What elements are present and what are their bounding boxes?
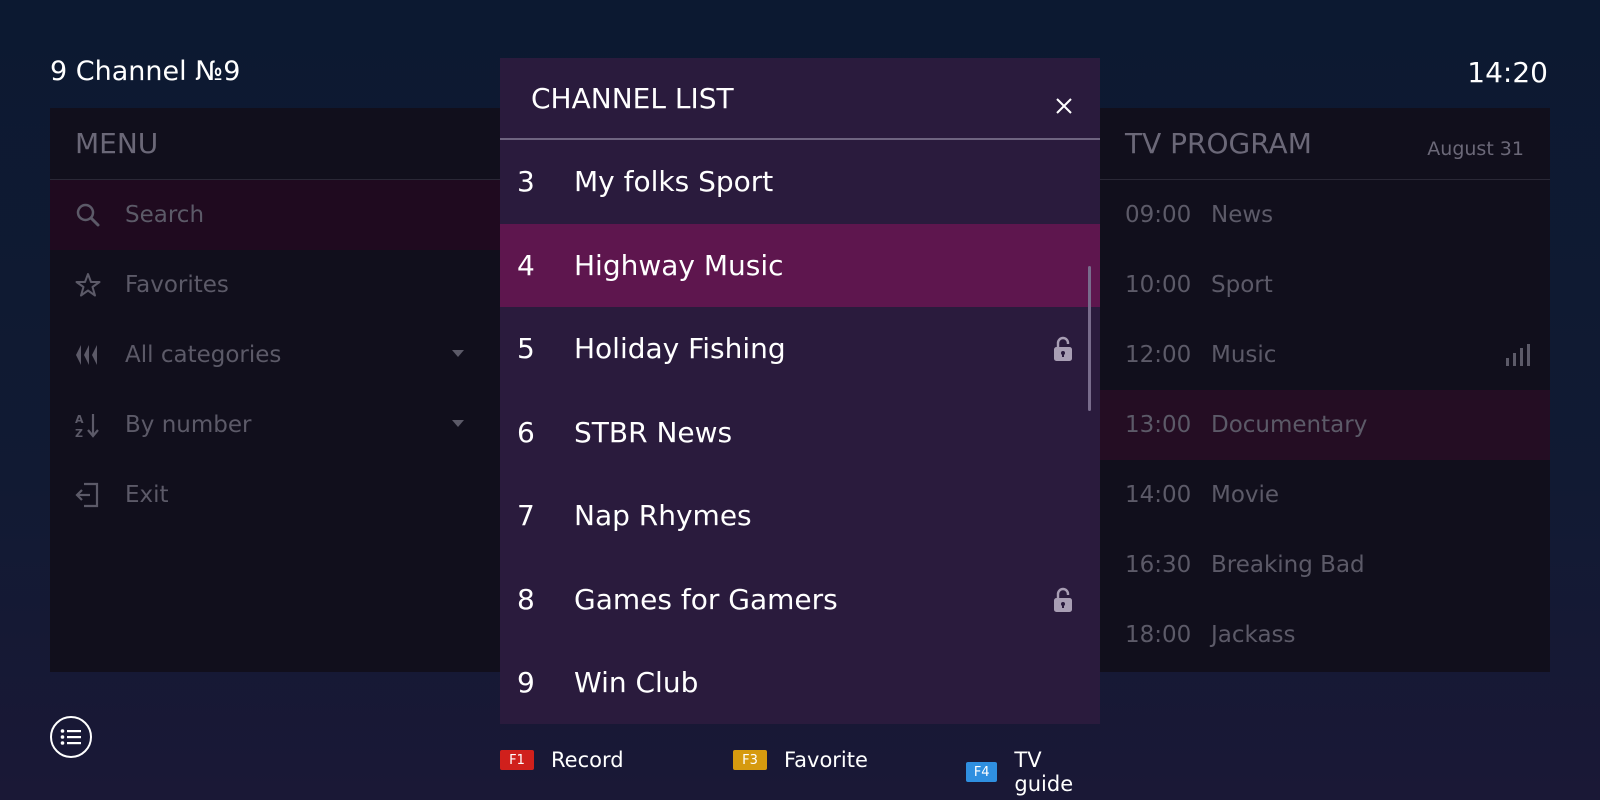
- function-key-bar: F1 Record F3 Favorite F4 TV guide: [500, 748, 1100, 796]
- menu-item-label: All categories: [125, 342, 282, 368]
- channel-name: Win Club: [574, 666, 699, 700]
- tv-program-panel: TV PROGRAM August 31 09:00 News 10:00 Sp…: [1090, 108, 1550, 672]
- record-label: Record: [551, 748, 624, 772]
- menu-item-favorites[interactable]: Favorites: [50, 250, 500, 320]
- exit-icon: [74, 481, 102, 509]
- favorite-button[interactable]: F3 Favorite: [733, 748, 868, 772]
- channel-name: Highway Music: [574, 248, 784, 282]
- favorite-label: Favorite: [784, 748, 868, 772]
- channel-list-header: CHANNEL LIST: [500, 58, 1100, 140]
- signal-bars-icon: [1506, 344, 1530, 366]
- f3-key-badge: F3: [733, 750, 767, 770]
- channel-list-modal: CHANNEL LIST 3 My folks Sport 4 Highway …: [500, 58, 1100, 724]
- menu-item-label: Exit: [125, 482, 169, 508]
- program-time: 13:00: [1125, 412, 1192, 438]
- channel-name: My folks Sport: [574, 165, 774, 199]
- menu-panel: MENU Search Favorites All categories AZ …: [50, 108, 500, 672]
- clock: 14:20: [1467, 56, 1548, 89]
- program-name: Movie: [1211, 482, 1280, 508]
- search-icon: [74, 201, 102, 229]
- menu-title: MENU: [50, 108, 500, 180]
- lock-icon: [1052, 586, 1074, 621]
- menu-item-label: Favorites: [125, 272, 229, 298]
- channel-number: 8: [517, 582, 535, 616]
- program-name: Music: [1211, 342, 1277, 368]
- menu-item-by-number[interactable]: AZ By number: [50, 390, 500, 460]
- program-row[interactable]: 10:00 Sport: [1090, 250, 1550, 320]
- program-name: Jackass: [1211, 622, 1296, 648]
- program-time: 12:00: [1125, 342, 1192, 368]
- program-date: August 31: [1427, 138, 1524, 160]
- channel-list[interactable]: 3 My folks Sport 4 Highway Music 5 Holid…: [500, 140, 1100, 724]
- channel-item[interactable]: 3 My folks Sport: [500, 140, 1100, 224]
- channel-item[interactable]: 4 Highway Music: [500, 223, 1100, 307]
- list-icon: [60, 729, 81, 745]
- channel-item[interactable]: 9 Win Club: [500, 641, 1100, 724]
- close-icon: [1056, 98, 1072, 114]
- menu-item-all-categories[interactable]: All categories: [50, 320, 500, 390]
- program-row[interactable]: 14:00 Movie: [1090, 460, 1550, 530]
- program-time: 18:00: [1125, 622, 1192, 648]
- channel-name: Games for Gamers: [574, 582, 838, 616]
- channel-item[interactable]: 8 Games for Gamers: [500, 558, 1100, 642]
- program-row[interactable]: 13:00 Documentary: [1090, 390, 1550, 460]
- tv-guide-label: TV guide: [1014, 748, 1074, 796]
- channel-number: 6: [517, 415, 535, 449]
- channel-number: 3: [517, 165, 535, 199]
- program-time: 14:00: [1125, 482, 1192, 508]
- record-button[interactable]: F1 Record: [500, 748, 624, 772]
- menu-item-label: Search: [125, 202, 205, 228]
- channel-title: 9 Channel №9: [50, 56, 241, 87]
- channel-name: Holiday Fishing: [574, 332, 786, 366]
- menu-button[interactable]: [50, 716, 92, 758]
- tv-program-heading: TV PROGRAM: [1125, 127, 1312, 160]
- menu-item-exit[interactable]: Exit: [50, 460, 500, 530]
- program-name: Documentary: [1211, 412, 1368, 438]
- categories-icon: [74, 341, 102, 369]
- channel-number: 7: [517, 499, 535, 533]
- channel-number: 9: [517, 666, 535, 700]
- program-row[interactable]: 18:00 Jackass: [1090, 600, 1550, 670]
- menu-item-label: By number: [125, 412, 252, 438]
- program-time: 09:00: [1125, 202, 1192, 228]
- tv-program-title: TV PROGRAM August 31: [1090, 108, 1550, 180]
- program-time: 16:30: [1125, 552, 1192, 578]
- channel-list-title: CHANNEL LIST: [531, 81, 734, 115]
- chevron-down-icon: [452, 420, 464, 427]
- chevron-down-icon: [452, 350, 464, 357]
- program-row[interactable]: 09:00 News: [1090, 180, 1550, 250]
- program-name: Sport: [1211, 272, 1273, 298]
- channel-item[interactable]: 6 STBR News: [500, 391, 1100, 475]
- tv-guide-button[interactable]: F4 TV guide: [966, 748, 1100, 796]
- program-row[interactable]: 16:30 Breaking Bad: [1090, 530, 1550, 600]
- sort-az-icon: AZ: [74, 411, 102, 439]
- star-icon: [74, 271, 102, 299]
- f1-key-badge: F1: [500, 750, 534, 770]
- svg-text:A: A: [75, 413, 84, 426]
- program-name: Breaking Bad: [1211, 552, 1365, 578]
- channel-number: 5: [517, 332, 535, 366]
- program-row[interactable]: 12:00 Music: [1090, 320, 1550, 390]
- menu-item-search[interactable]: Search: [50, 180, 500, 250]
- channel-name: STBR News: [574, 415, 733, 449]
- program-time: 10:00: [1125, 272, 1192, 298]
- close-button[interactable]: [1054, 90, 1074, 114]
- svg-text:Z: Z: [75, 427, 83, 439]
- channel-item[interactable]: 7 Nap Rhymes: [500, 474, 1100, 558]
- channel-item[interactable]: 5 Holiday Fishing: [500, 307, 1100, 391]
- program-name: News: [1211, 202, 1274, 228]
- channel-number: 4: [517, 248, 535, 282]
- f4-key-badge: F4: [966, 762, 998, 782]
- scrollbar[interactable]: [1088, 266, 1091, 411]
- lock-icon: [1052, 335, 1074, 370]
- channel-name: Nap Rhymes: [574, 499, 752, 533]
